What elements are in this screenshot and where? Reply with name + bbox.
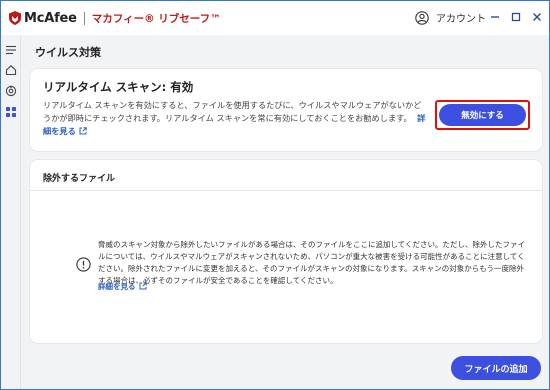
minimize-icon	[491, 16, 499, 18]
protection-icon[interactable]	[5, 85, 17, 97]
home-icon[interactable]	[5, 64, 17, 76]
account-icon	[415, 10, 429, 25]
sidebar	[1, 35, 21, 389]
excluded-learn-more-label: 詳細を見る	[98, 282, 136, 291]
account-button[interactable]: アカウント	[415, 10, 486, 25]
excluded-files-header: 除外するファイル	[43, 174, 116, 184]
minimize-button[interactable]	[487, 9, 503, 25]
app-window: McAfee マカフィー® リブセーフ™ アカウント ウイルス対策 リアルタイム…	[1, 1, 549, 389]
maximize-button[interactable]	[508, 9, 524, 25]
account-label: アカウント	[436, 14, 486, 25]
external-link-icon	[79, 127, 87, 135]
title-divider	[83, 11, 85, 25]
mcafee-shield-icon	[9, 11, 21, 25]
excluded-learn-more-link[interactable]: 詳細を見る	[98, 281, 147, 292]
realtime-scan-description: リアルタイム スキャンを有効にすると、ファイルを使用するたびに、ウイルスやマルウ…	[43, 99, 428, 138]
info-icon	[76, 257, 91, 272]
excluded-files-card: 除外するファイル 脅威のスキャン対象から除外したいファイルがある場合は、そのファ…	[30, 160, 542, 343]
close-icon	[533, 13, 541, 21]
mcafee-logo: McAfee	[9, 11, 77, 26]
title-bar: McAfee マカフィー® リブセーフ™ アカウント	[1, 1, 549, 35]
external-link-icon	[139, 282, 147, 290]
excluded-files-text: 脅威のスキャン対象から除外したいファイルがある場合は、そのファイルをここに追加し…	[98, 240, 526, 285]
page-title: ウイルス対策	[35, 46, 101, 59]
product-name: マカフィー® リブセーフ™	[91, 12, 221, 25]
maximize-icon	[511, 12, 521, 22]
disable-button[interactable]: 無効にする	[439, 104, 526, 126]
card-divider	[30, 190, 542, 191]
realtime-scan-text: リアルタイム スキャンを有効にすると、ファイルを使用するたびに、ウイルスやマルウ…	[43, 100, 422, 123]
realtime-scan-card: リアルタイム スキャン: 有効 リアルタイム スキャンを有効にすると、ファイルを…	[30, 69, 542, 151]
apps-grid-icon[interactable]	[5, 106, 17, 118]
brand-name: McAfee	[24, 10, 77, 26]
menu-icon[interactable]	[5, 44, 17, 56]
close-button[interactable]	[529, 9, 545, 25]
add-file-button[interactable]: ファイルの追加	[451, 356, 541, 380]
realtime-scan-title: リアルタイム スキャン: 有効	[43, 80, 194, 94]
disable-button-highlight: 無効にする	[435, 100, 530, 130]
